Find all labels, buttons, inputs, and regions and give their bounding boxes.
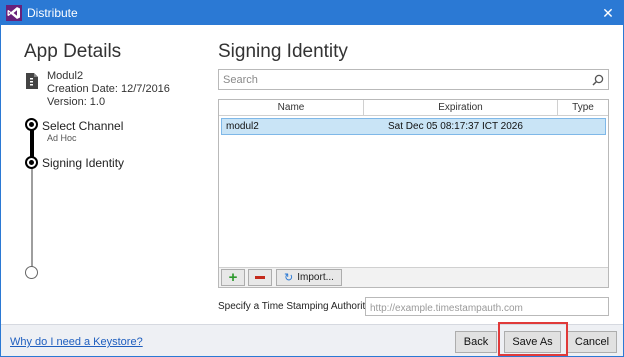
close-icon[interactable]: ✕ bbox=[593, 1, 623, 25]
add-icon: + bbox=[228, 268, 238, 286]
window-title: Distribute bbox=[27, 6, 78, 20]
document-icon bbox=[26, 73, 38, 89]
search-input[interactable] bbox=[219, 70, 579, 89]
column-header-name[interactable]: Name bbox=[219, 100, 364, 116]
cancel-button[interactable]: Cancel bbox=[567, 331, 617, 353]
table-row[interactable]: modul2 Sat Dec 05 08:17:37 ICT 2026 bbox=[221, 118, 606, 135]
identity-table: Name Expiration Type modul2 Sat Dec 05 0… bbox=[218, 99, 609, 288]
app-version: Version: 1.0 bbox=[47, 96, 106, 108]
step-dot-end bbox=[25, 266, 38, 279]
column-header-expiration[interactable]: Expiration bbox=[364, 100, 558, 116]
tsa-field bbox=[365, 297, 609, 317]
import-icon: ↻ bbox=[284, 272, 294, 284]
step-dot-select-channel[interactable] bbox=[25, 118, 38, 131]
tsa-label: Specify a Time Stamping Authority: bbox=[218, 301, 374, 312]
import-button[interactable]: ↻ Import... bbox=[276, 269, 342, 286]
search-box bbox=[218, 69, 609, 90]
cell-name: modul2 bbox=[226, 121, 259, 132]
search-icon[interactable] bbox=[592, 73, 604, 86]
table-toolbar: + ↻ Import... bbox=[219, 267, 608, 287]
visual-studio-icon bbox=[6, 5, 22, 21]
add-button[interactable]: + bbox=[221, 269, 245, 286]
distribute-dialog: Distribute ✕ App Details Modul2 Creation… bbox=[0, 0, 624, 357]
keystore-help-link[interactable]: Why do I need a Keystore? bbox=[10, 336, 143, 348]
remove-button[interactable] bbox=[248, 269, 272, 286]
app-name: Modul2 bbox=[47, 70, 84, 82]
app-details-heading: App Details bbox=[24, 41, 122, 62]
column-header-type[interactable]: Type bbox=[558, 100, 608, 116]
title-bar: Distribute ✕ bbox=[1, 1, 623, 25]
import-label: Import... bbox=[297, 272, 334, 283]
step-dot-fill bbox=[29, 160, 34, 165]
remove-icon bbox=[255, 276, 265, 279]
step-label-signing-identity[interactable]: Signing Identity bbox=[42, 156, 124, 170]
step-label-select-channel[interactable]: Select Channel bbox=[42, 119, 123, 133]
cell-expiration: Sat Dec 05 08:17:37 ICT 2026 bbox=[388, 121, 523, 132]
creation-date: Creation Date: 12/7/2016 bbox=[47, 83, 170, 95]
step-dot-signing-identity[interactable] bbox=[25, 156, 38, 169]
signing-identity-heading: Signing Identity bbox=[218, 41, 348, 62]
back-button[interactable]: Back bbox=[455, 331, 497, 353]
step-sub-select-channel: Ad Hoc bbox=[47, 133, 77, 143]
table-header: Name Expiration Type bbox=[219, 100, 608, 116]
step-dot-fill bbox=[29, 122, 34, 127]
save-as-highlight bbox=[498, 322, 568, 356]
tsa-input[interactable] bbox=[366, 300, 608, 317]
